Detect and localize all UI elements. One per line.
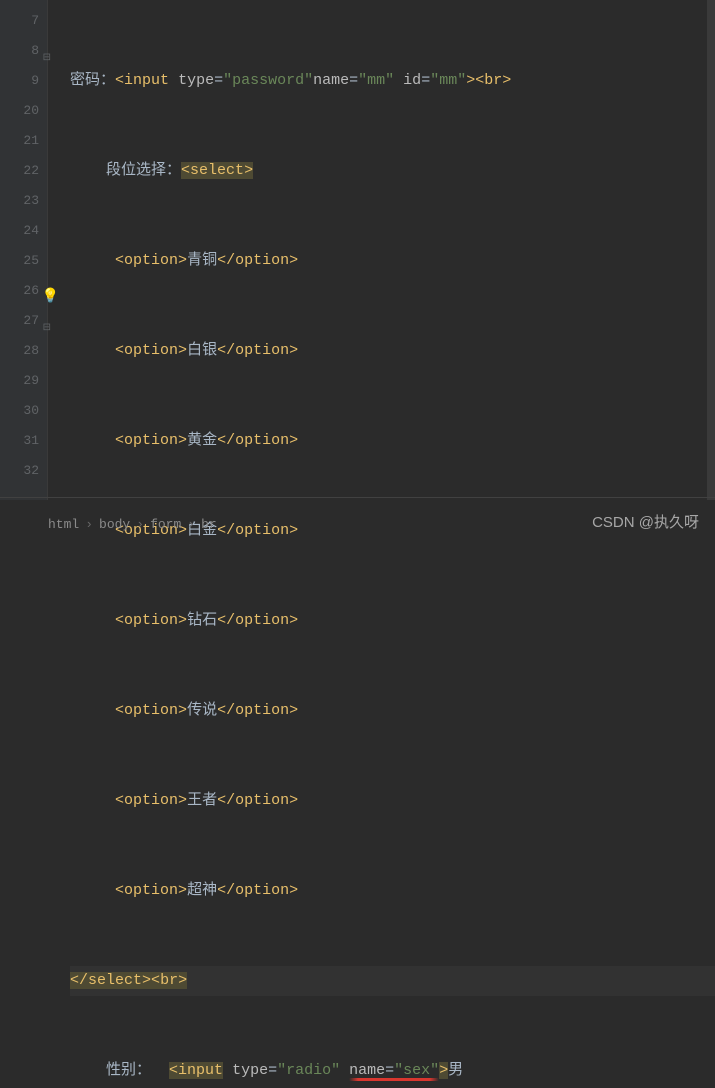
line-number: 7 <box>0 6 39 36</box>
line-number: 22 <box>0 156 39 186</box>
breadcrumb-item[interactable]: body <box>99 517 130 532</box>
code-line: <option>青铜</option> <box>70 246 715 276</box>
breadcrumb-item[interactable]: form <box>150 517 181 532</box>
chevron-right-icon: › <box>187 517 195 532</box>
code-line: <option>钻石</option> <box>70 606 715 636</box>
code-line: <option>白银</option> <box>70 336 715 366</box>
breadcrumb-item[interactable]: br <box>201 517 217 532</box>
code-editor[interactable]: 7 8⊟ 9 20 21 22 23 24 25 26💡 27⊟ 28 29 3… <box>0 0 715 500</box>
line-number: 9 <box>0 66 39 96</box>
line-number: 23 <box>0 186 39 216</box>
breadcrumb-item[interactable]: html <box>48 517 79 532</box>
line-number: 25 <box>0 246 39 276</box>
code-line: <option>王者</option> <box>70 786 715 816</box>
line-number: 32 <box>0 456 39 486</box>
watermark: CSDN @执久呀 <box>592 511 699 532</box>
line-number: 28 <box>0 336 39 366</box>
code-line: <option>黄金</option> <box>70 426 715 456</box>
code-area[interactable]: 密码：<input type="password"name="mm" id="m… <box>48 0 715 500</box>
line-number: 24 <box>0 216 39 246</box>
line-number: 30 <box>0 396 39 426</box>
code-line: <option>超神</option> <box>70 876 715 906</box>
code-line-active: </select><br> <box>70 966 715 996</box>
chevron-right-icon: › <box>85 517 93 532</box>
line-number: 27⊟ <box>0 306 39 336</box>
code-line: 段位选择：<select> <box>70 156 715 186</box>
line-number: 31 <box>0 426 39 456</box>
line-number: 26💡 <box>0 276 39 306</box>
line-number: 21 <box>0 126 39 156</box>
right-gutter <box>707 0 715 500</box>
code-line: 性别： <input type="radio" name="sex">男 <box>70 1056 715 1086</box>
line-gutter: 7 8⊟ 9 20 21 22 23 24 25 26💡 27⊟ 28 29 3… <box>0 0 48 500</box>
line-number: 29 <box>0 366 39 396</box>
chevron-right-icon: › <box>136 517 144 532</box>
line-number: 8⊟ <box>0 36 39 66</box>
code-line: <option>传说</option> <box>70 696 715 726</box>
line-number: 20 <box>0 96 39 126</box>
code-line: 密码：<input type="password"name="mm" id="m… <box>70 66 715 96</box>
breadcrumb[interactable]: html › body › form › br <box>48 517 217 532</box>
